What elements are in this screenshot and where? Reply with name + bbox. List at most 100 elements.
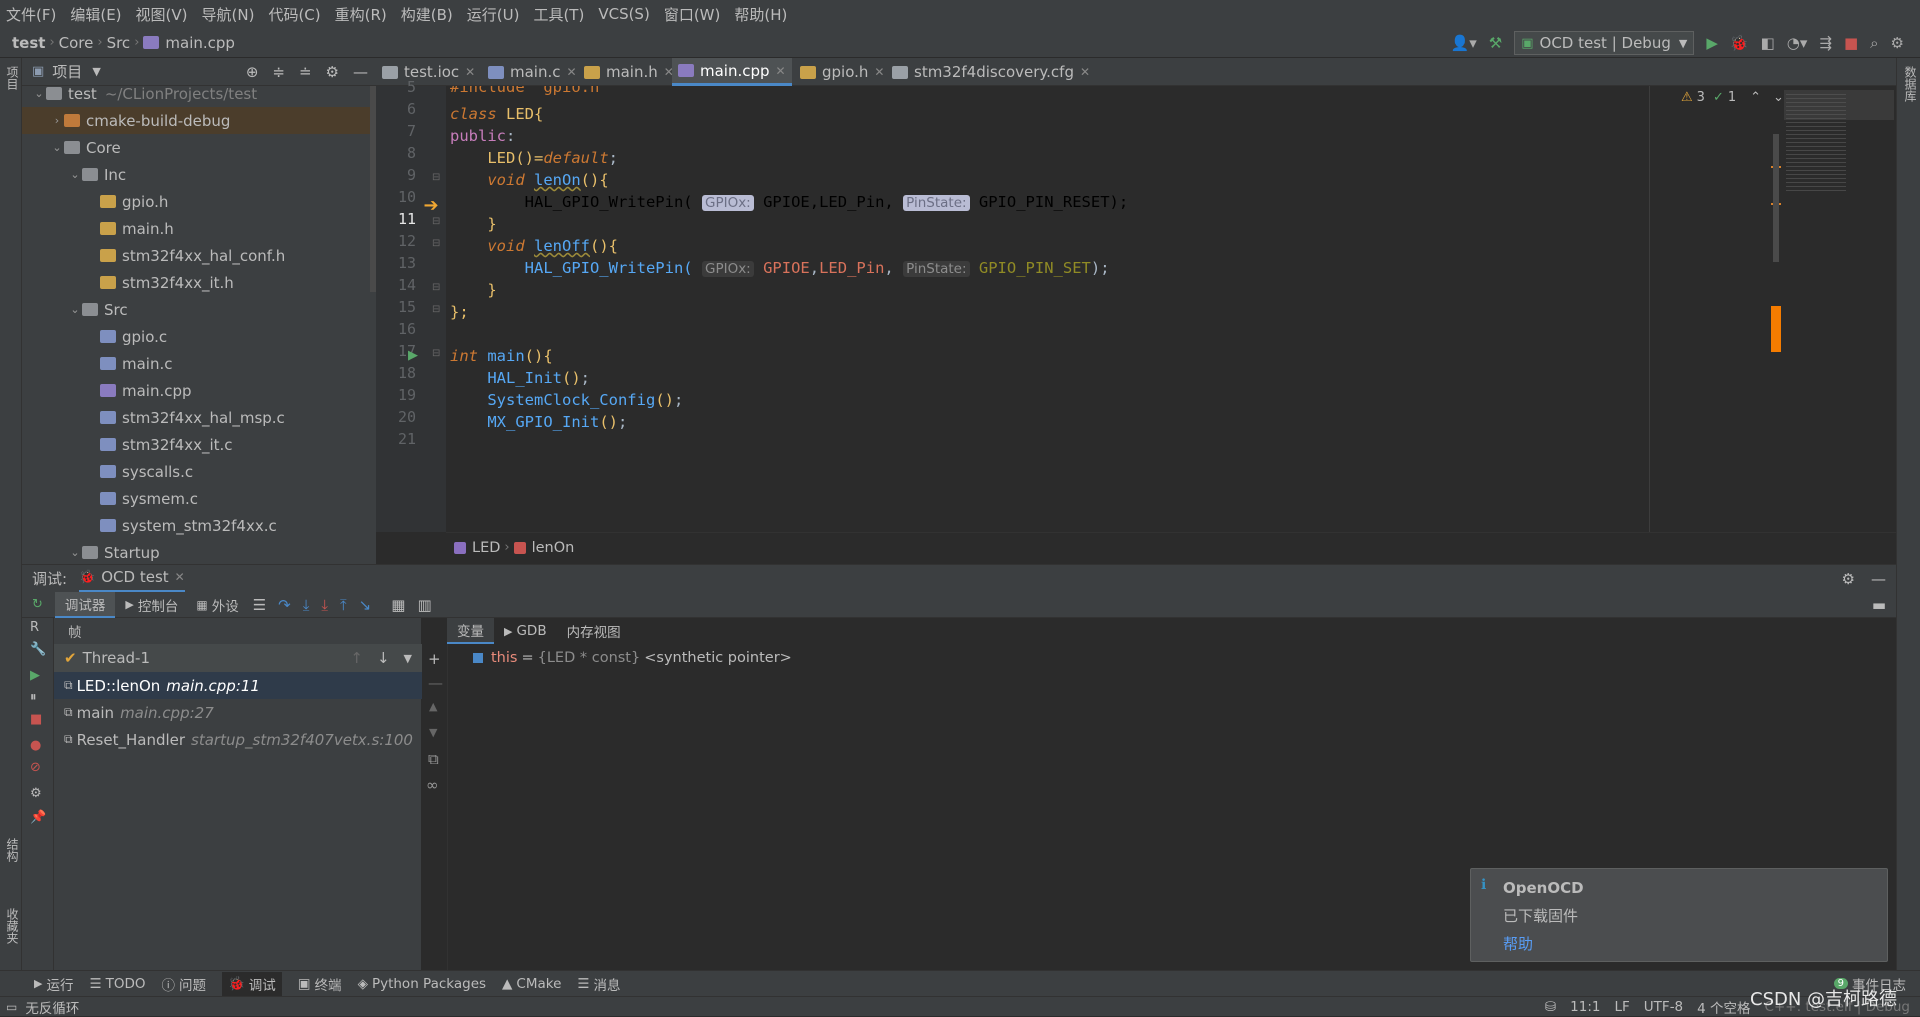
force-step-into-icon[interactable]: ⤓ bbox=[321, 596, 328, 614]
breadcrumb-file[interactable]: main.cpp bbox=[165, 34, 235, 52]
git-icon[interactable]: ⛁ bbox=[1545, 999, 1556, 1015]
breadcrumb-project[interactable]: test bbox=[12, 34, 45, 52]
notification-help-link[interactable]: 帮助 bbox=[1503, 933, 1533, 954]
line-number[interactable]: 6 bbox=[376, 100, 416, 118]
copy-icon[interactable]: ⧉ bbox=[428, 750, 439, 768]
expand-all-icon[interactable]: ≑ bbox=[272, 63, 285, 81]
tab-variables[interactable]: 变量 bbox=[447, 618, 494, 644]
error-stripe-mark[interactable] bbox=[1771, 306, 1781, 352]
fold-icon[interactable]: ⊟ bbox=[432, 238, 440, 249]
fold-icon[interactable]: ⊟ bbox=[432, 304, 440, 315]
menu-window[interactable]: 窗口(W) bbox=[664, 4, 721, 25]
chevron-down-icon[interactable]: ▼ bbox=[92, 65, 100, 78]
menu-build[interactable]: 构建(B) bbox=[401, 4, 453, 25]
chevron-down-icon[interactable]: ⌄ bbox=[1773, 90, 1784, 105]
run-to-cursor-icon[interactable]: ↘ bbox=[359, 596, 372, 614]
editor-tab[interactable]: stm32f4discovery.cfg ✕ bbox=[886, 58, 1096, 86]
minimize-icon[interactable]: — bbox=[353, 63, 368, 81]
chevron-down-icon[interactable]: ⌄ bbox=[32, 87, 46, 100]
database-tool-tab[interactable]: 数据库 bbox=[1902, 66, 1919, 102]
line-number[interactable]: 14 bbox=[376, 276, 416, 294]
tree-item[interactable]: ⌄ test ~/CLionProjects/test bbox=[22, 86, 376, 107]
tree-item[interactable]: stm32f4xx_it.h bbox=[22, 269, 376, 296]
menu-file[interactable]: 文件(F) bbox=[6, 4, 56, 25]
stop-icon[interactable]: ■ bbox=[1844, 34, 1858, 52]
editor-tab[interactable]: main.cpp ✕ bbox=[672, 58, 792, 86]
layout-settings-icon[interactable]: ▬ bbox=[1872, 596, 1886, 614]
search-icon[interactable]: ⌕ bbox=[1870, 34, 1878, 52]
gear-icon[interactable]: ⚙ bbox=[30, 786, 42, 801]
vertical-scrollbar[interactable] bbox=[1773, 134, 1779, 262]
glasses-icon[interactable]: ∞ bbox=[426, 776, 439, 794]
project-panel-title[interactable]: 项目 bbox=[52, 61, 82, 82]
run-gutter-icon[interactable]: ▶ bbox=[408, 348, 418, 363]
step-over-icon[interactable]: ↷ bbox=[278, 596, 291, 614]
profile-icon[interactable]: ◔▾ bbox=[1787, 34, 1808, 52]
line-number[interactable]: 13 bbox=[376, 254, 416, 272]
tree-item[interactable]: ⌄ Inc bbox=[22, 161, 376, 188]
wrench-icon[interactable]: 🔧 bbox=[30, 642, 46, 657]
line-number[interactable]: 15 bbox=[376, 298, 416, 316]
editor-tab[interactable]: main.c ✕ bbox=[482, 58, 583, 86]
menu-edit[interactable]: 编辑(E) bbox=[70, 4, 121, 25]
coverage-icon[interactable]: ◧ bbox=[1761, 34, 1775, 52]
tree-item[interactable]: ⌄ Core bbox=[22, 134, 376, 161]
run-config-selector[interactable]: ▣ OCD test | Debug ▼ bbox=[1514, 31, 1695, 55]
arrow-down-icon[interactable]: ↓ bbox=[377, 649, 390, 667]
menu-refactor[interactable]: 重构(R) bbox=[335, 4, 387, 25]
minimap[interactable] bbox=[1786, 94, 1846, 194]
tab-console[interactable]: ▶ 控制台 bbox=[125, 595, 178, 615]
tab-peripherals[interactable]: ▦ 外设 bbox=[196, 595, 238, 615]
tree-item[interactable]: syscalls.c bbox=[22, 458, 376, 485]
variable-row[interactable]: this = {LED * const} <synthetic pointer> bbox=[473, 650, 792, 666]
restore-layout-icon[interactable]: R bbox=[30, 620, 39, 635]
tool-terminal[interactable]: ▣ 终端 bbox=[298, 974, 342, 994]
tree-item[interactable]: gpio.h bbox=[22, 188, 376, 215]
view-breakpoints-icon[interactable]: ● bbox=[30, 738, 41, 753]
breadcrumb-core[interactable]: Core bbox=[59, 34, 94, 52]
add-watch-icon[interactable]: + bbox=[428, 650, 441, 668]
chevron-down-icon[interactable]: ⌄ bbox=[68, 546, 82, 559]
tree-item[interactable]: main.h bbox=[22, 215, 376, 242]
notification-balloon[interactable]: ℹ OpenOCD 已下载固件 帮助 bbox=[1470, 868, 1888, 962]
close-icon[interactable]: ✕ bbox=[776, 64, 786, 78]
chevron-down-icon[interactable]: ▼ bbox=[404, 652, 412, 665]
menu-vcs[interactable]: VCS(S) bbox=[598, 5, 649, 23]
thread-selector[interactable]: ✔ Thread-1 ↑ ↓ ▼ bbox=[54, 644, 422, 672]
line-number[interactable]: 18 bbox=[376, 364, 416, 382]
editor-tab[interactable]: main.h ✕ bbox=[578, 58, 680, 86]
stop-icon[interactable]: ■ bbox=[30, 712, 42, 727]
breadcrumb-method[interactable]: lenOn bbox=[532, 540, 575, 556]
code-editor[interactable]: #include "gpio.h" class LED{ public: LED… bbox=[446, 86, 1896, 532]
attach-icon[interactable]: ⇶ bbox=[1819, 34, 1832, 52]
line-number[interactable]: 19 bbox=[376, 386, 416, 404]
line-separator[interactable]: LF bbox=[1615, 999, 1630, 1015]
tree-item[interactable]: stm32f4xx_hal_conf.h bbox=[22, 242, 376, 269]
line-number[interactable]: 16 bbox=[376, 320, 416, 338]
menu-lines-icon[interactable]: ☰ bbox=[253, 596, 266, 614]
pin-icon[interactable]: 📌 bbox=[30, 810, 46, 825]
gear-icon[interactable]: ⚙ bbox=[1842, 570, 1855, 588]
structure-tool-tab[interactable]: 结构 bbox=[4, 838, 21, 862]
fold-icon[interactable]: ⊟ bbox=[432, 172, 440, 183]
line-number[interactable]: 12 bbox=[376, 232, 416, 250]
debug-session-tab[interactable]: 🐞 OCD test ✕ bbox=[79, 565, 185, 593]
breadcrumb-class[interactable]: LED bbox=[472, 540, 500, 556]
indent-setting[interactable]: 4 个空格 bbox=[1697, 997, 1750, 1017]
caret-position[interactable]: 11:1 bbox=[1570, 999, 1600, 1015]
frame-row[interactable]: ⧉ LED::lenOn main.cpp:11 bbox=[54, 672, 422, 699]
line-number[interactable]: 9 bbox=[376, 166, 416, 184]
inspection-widget[interactable]: ⚠ 3 ✓ 1 ⌃ ⌄ bbox=[1681, 90, 1784, 105]
menu-navigate[interactable]: 导航(N) bbox=[202, 4, 255, 25]
gear-icon[interactable]: ⚙ bbox=[326, 63, 339, 81]
favorites-tool-tab[interactable]: 收藏夹 bbox=[4, 908, 21, 944]
collapse-all-icon[interactable]: ≐ bbox=[299, 63, 312, 81]
line-number[interactable]: 11 bbox=[376, 210, 416, 228]
frame-row[interactable]: ⧉ Reset_Handler startup_stm32f407vetx.s:10… bbox=[54, 726, 422, 753]
line-number[interactable]: 10 bbox=[376, 188, 416, 206]
menu-run[interactable]: 运行(U) bbox=[467, 4, 520, 25]
tree-item[interactable]: stm32f4xx_hal_msp.c bbox=[22, 404, 376, 431]
tree-item[interactable]: stm32f4xx_it.c bbox=[22, 431, 376, 458]
tree-item[interactable]: gpio.c bbox=[22, 323, 376, 350]
tree-item[interactable]: sysmem.c bbox=[22, 485, 376, 512]
